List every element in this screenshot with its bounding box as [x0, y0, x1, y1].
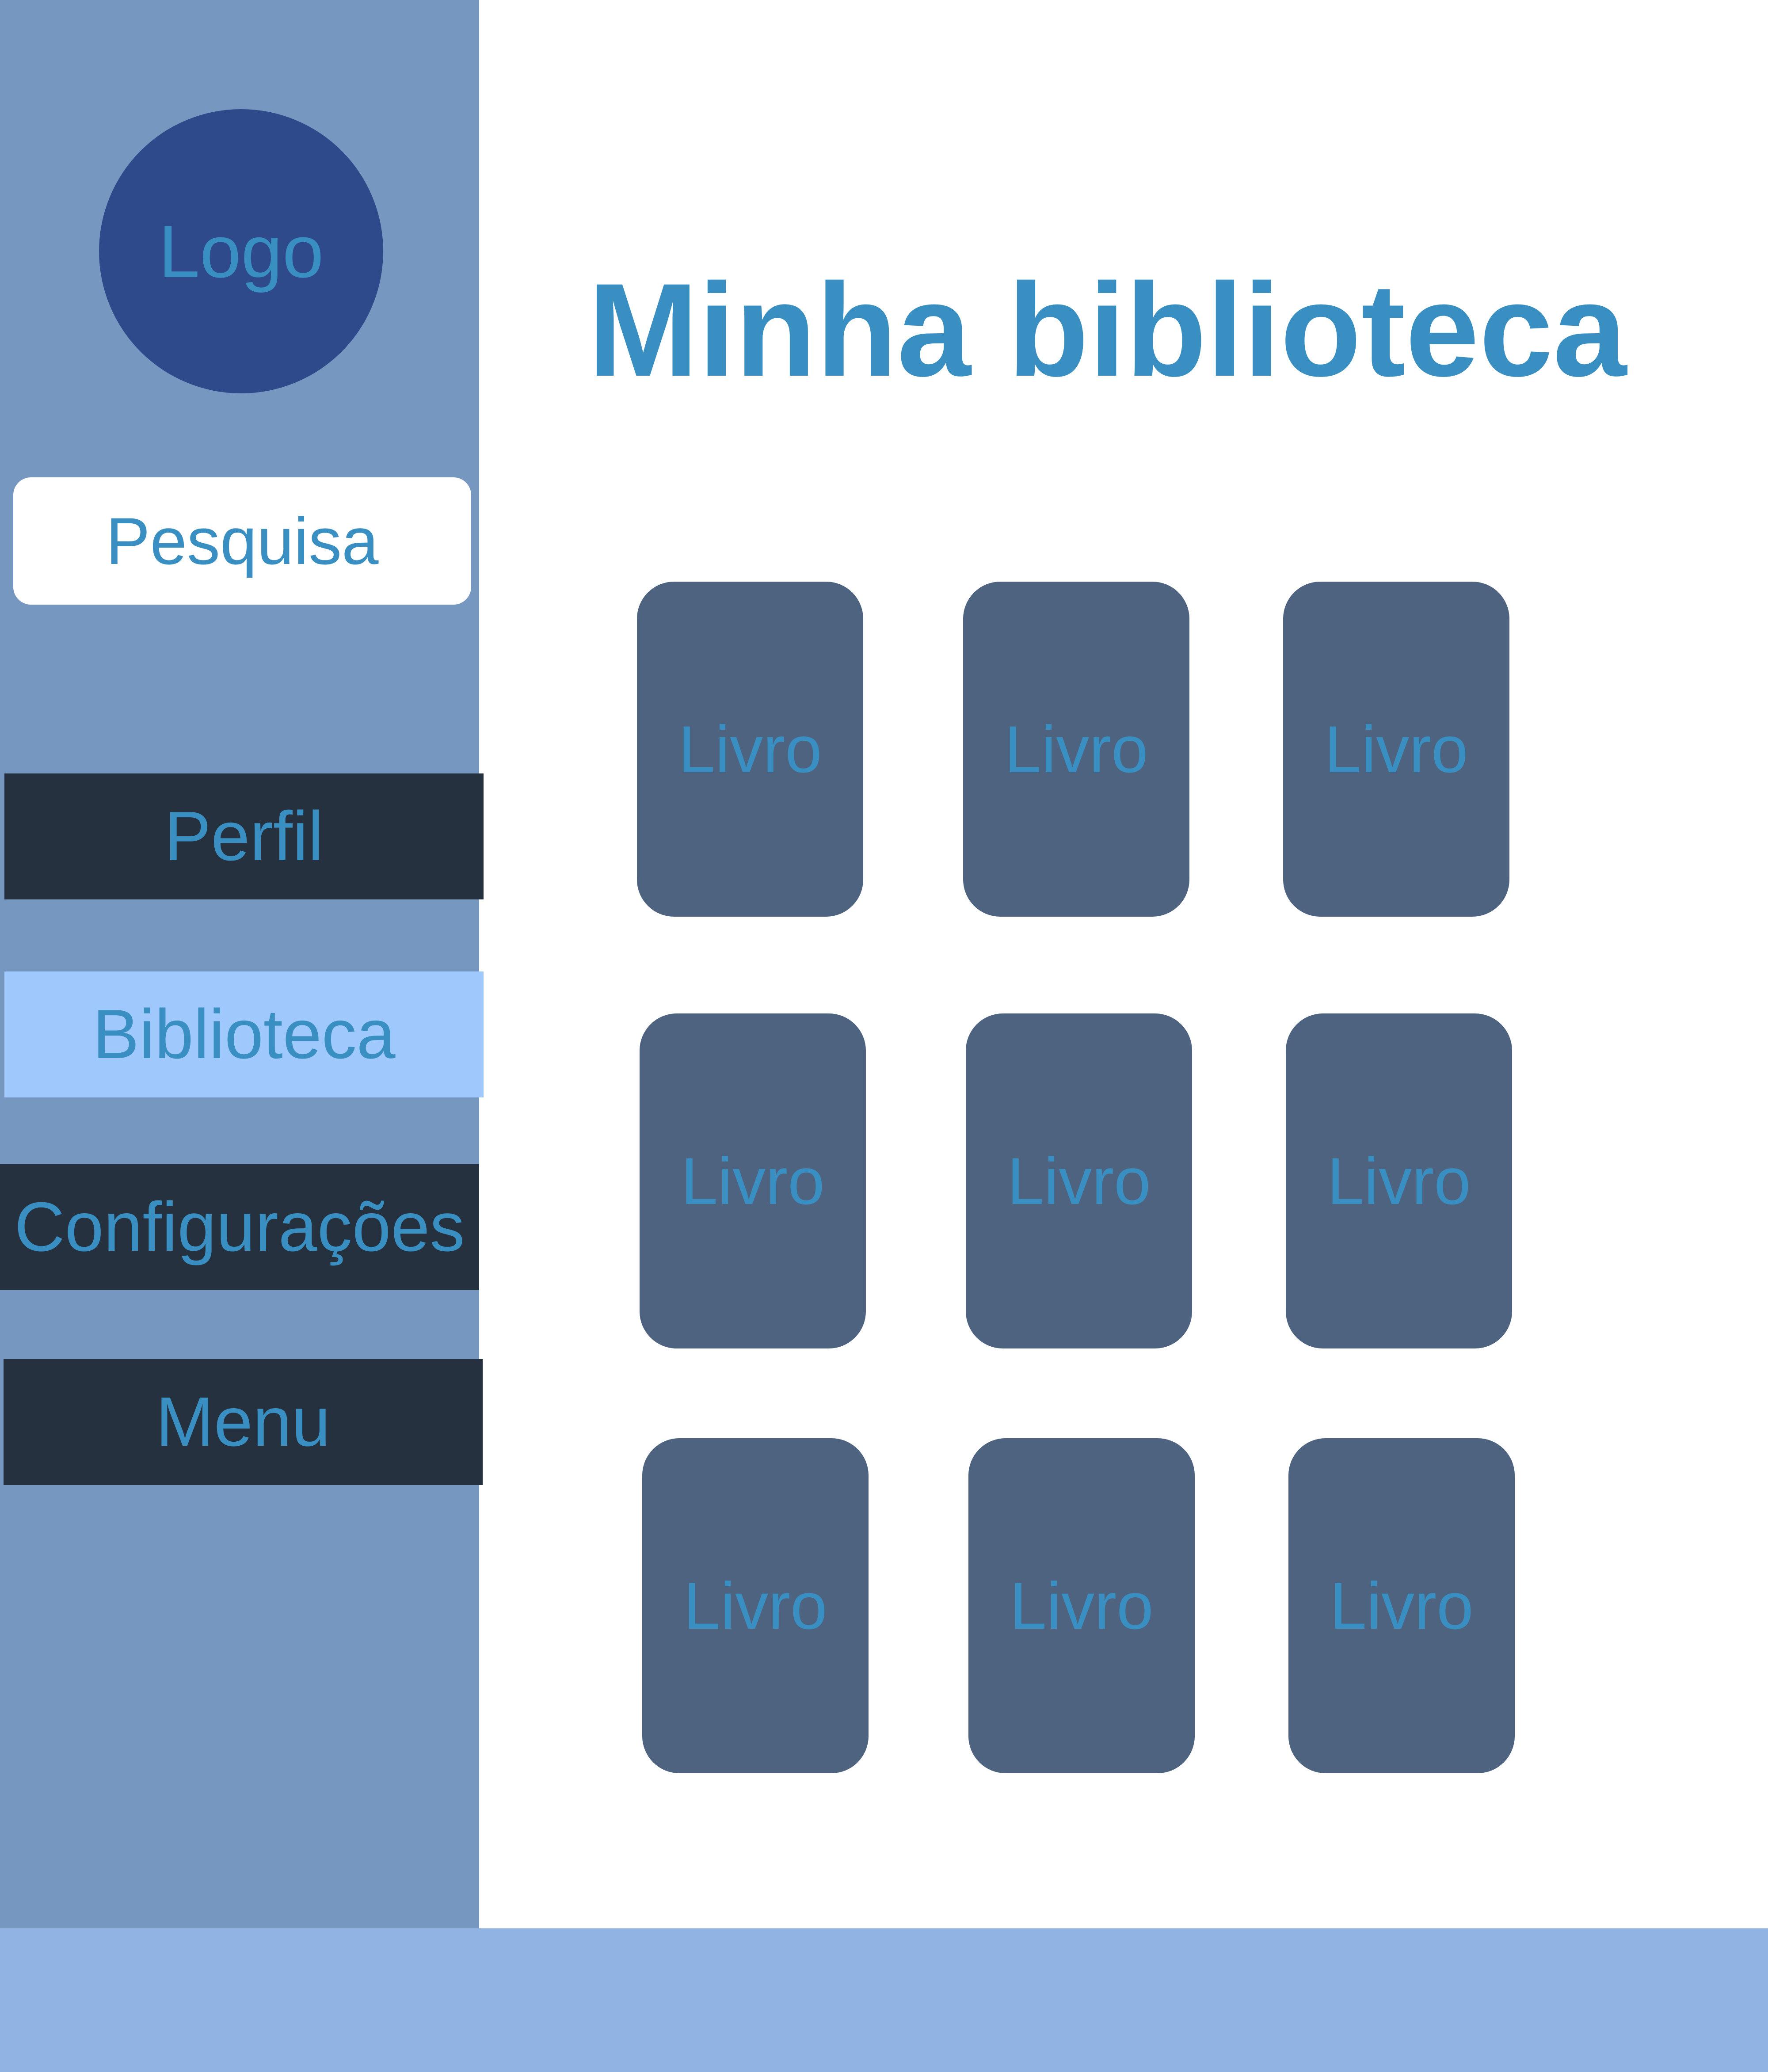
logo: Logo [99, 109, 383, 393]
sidebar: Logo Pesquisa Perfil Biblioteca Configur… [0, 0, 484, 1928]
book-card[interactable]: Livro [1288, 1438, 1515, 1773]
footer-bar [0, 1928, 1768, 2072]
sidebar-item-biblioteca[interactable]: Biblioteca [4, 971, 484, 1097]
book-card[interactable]: Livro [963, 582, 1189, 917]
book-card[interactable]: Livro [1286, 1013, 1512, 1348]
book-card[interactable]: Livro [966, 1013, 1192, 1348]
page-title: Minha biblioteca [588, 255, 1627, 404]
book-card[interactable]: Livro [968, 1438, 1195, 1773]
sidebar-item-perfil[interactable]: Perfil [4, 773, 484, 899]
book-card[interactable]: Livro [640, 1013, 866, 1348]
book-card[interactable]: Livro [637, 582, 863, 917]
page: Logo Pesquisa Perfil Biblioteca Configur… [0, 0, 1768, 2072]
book-card[interactable]: Livro [642, 1438, 869, 1773]
search-input[interactable]: Pesquisa [13, 477, 471, 605]
sidebar-item-menu[interactable]: Menu [4, 1359, 483, 1485]
sidebar-item-configuracoes[interactable]: Configurações [0, 1164, 479, 1290]
book-card[interactable]: Livro [1283, 582, 1509, 917]
